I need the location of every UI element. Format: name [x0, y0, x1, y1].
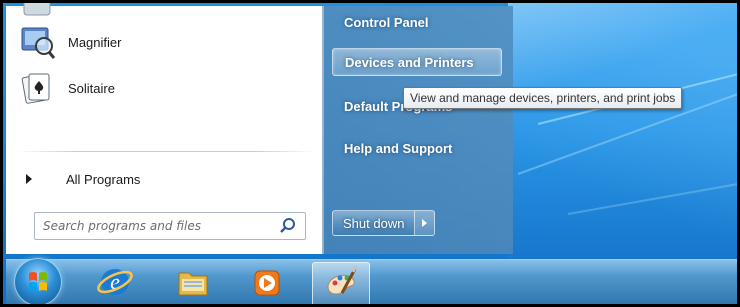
- shutdown-label: Shut down: [343, 215, 405, 231]
- taskbar-file-explorer[interactable]: [164, 262, 222, 305]
- program-item-magnifier[interactable]: Magnifier: [20, 22, 310, 62]
- search-input[interactable]: [43, 219, 277, 233]
- devices-printers-link[interactable]: Devices and Printers: [332, 48, 502, 76]
- taskbar-internet-explorer[interactable]: e: [86, 262, 144, 305]
- taskbar-paint[interactable]: [312, 262, 370, 305]
- help-support-link[interactable]: Help and Support: [332, 134, 502, 162]
- start-orb-icon[interactable]: [14, 258, 62, 304]
- devices-printers-label: Devices and Printers: [345, 54, 474, 70]
- tooltip-text: View and manage devices, printers, and p…: [410, 91, 676, 105]
- program-item-solitaire[interactable]: Solitaire: [20, 68, 310, 108]
- program-label: Solitaire: [68, 80, 115, 96]
- shutdown-control: Shut down: [332, 210, 436, 236]
- all-programs-button[interactable]: All Programs: [20, 166, 310, 192]
- paint-icon: [322, 263, 360, 305]
- search-box[interactable]: [34, 212, 306, 240]
- start-menu-programs-panel: Magnifier Solitaire All Programs: [6, 3, 323, 254]
- control-panel-label: Control Panel: [344, 14, 429, 30]
- taskbar-media-player[interactable]: [238, 262, 296, 305]
- taskbar: e: [6, 258, 737, 305]
- desktop-wallpaper: [508, 3, 737, 259]
- solitaire-icon: [20, 70, 56, 106]
- screen-frame: Magnifier Solitaire All Programs Search …: [0, 0, 740, 307]
- shutdown-options-button[interactable]: [415, 210, 436, 236]
- media-player-icon: [248, 263, 286, 305]
- help-support-label: Help and Support: [344, 140, 453, 156]
- menu-divider: [16, 151, 316, 152]
- chevron-right-icon: [26, 174, 32, 184]
- chevron-right-icon: [422, 219, 428, 227]
- shutdown-button[interactable]: Shut down: [332, 210, 416, 236]
- wallpaper-streak: [567, 171, 737, 215]
- file-explorer-icon: [174, 263, 212, 305]
- control-panel-link[interactable]: Control Panel: [332, 8, 502, 36]
- tooltip: View and manage devices, printers, and p…: [403, 87, 683, 109]
- internet-explorer-icon: e: [96, 263, 134, 305]
- magnifier-icon: [20, 24, 56, 60]
- all-programs-label: All Programs: [66, 171, 141, 187]
- search-icon[interactable]: [277, 215, 299, 237]
- start-menu-links-panel: Control Panel Devices and Printers Defau…: [323, 6, 513, 254]
- program-label: Magnifier: [68, 34, 122, 50]
